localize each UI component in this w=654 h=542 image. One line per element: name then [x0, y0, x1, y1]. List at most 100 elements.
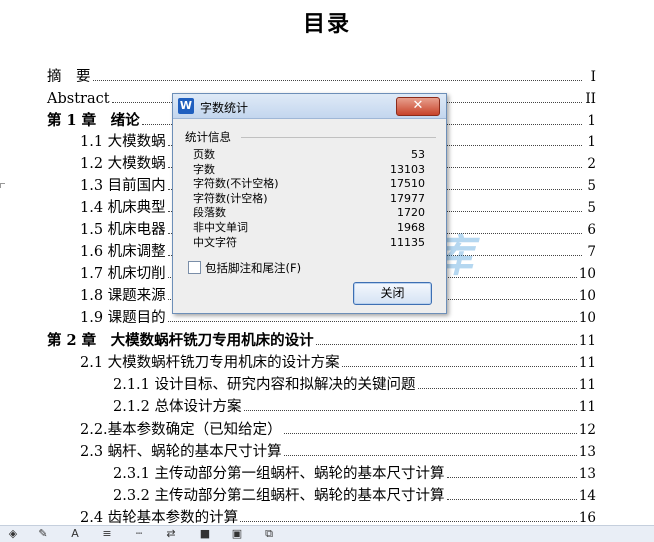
include-footnotes-label[interactable]: 包括脚注和尾注(F)	[205, 260, 301, 276]
toc-page-number: 11	[578, 377, 596, 393]
toc-entry-text: 2.1.1 设计目标、研究内容和拟解决的关键问题	[113, 377, 416, 393]
toc-entry-text: 1.5 机床电器	[80, 222, 166, 238]
stat-label: 字符数(不计空格)	[193, 177, 279, 191]
toc-entry-text: 1.1 大模数蜗	[80, 134, 166, 150]
drawing-toolbar: ◈ ✎ A ≡ ┄ ⇄ ■ ▣ ⧉	[0, 525, 654, 542]
stat-row: 页数 53	[193, 147, 425, 162]
toc-leader-dots	[283, 433, 577, 434]
include-footnotes-checkbox[interactable]	[188, 261, 201, 274]
word-count-dialog: W 字数统计 ✕ 统计信息 页数 53 字数 13103 字符数(不计空格) 17510 字…	[172, 93, 447, 314]
toc-entry-text: 摘 要	[47, 69, 91, 85]
stat-row: 段落数 1720	[193, 205, 425, 220]
line-style-icon[interactable]: ≡	[98, 527, 116, 541]
toc-page-number: 1	[587, 134, 596, 150]
toc-entry[interactable]: 2.1.1 设计目标、研究内容和拟解决的关键问题 11	[113, 374, 596, 396]
shadow-icon[interactable]: ■	[196, 527, 214, 541]
stat-value: 53	[411, 148, 425, 161]
stat-row: 字符数(计空格) 17977	[193, 191, 425, 206]
toc-leader-dots	[315, 344, 577, 345]
toc-page-number: 12	[578, 422, 596, 438]
toc-entry-text: 2.1 大模数蜗杆铣刀专用机床的设计方案	[80, 355, 340, 371]
stat-label: 页数	[193, 148, 215, 161]
stat-row: 中文字符 11135	[193, 235, 425, 250]
stat-value: 13103	[390, 162, 425, 176]
toc-leader-dots	[446, 499, 577, 500]
toc-entry-text: 2.3.1 主传动部分第一组蜗杆、蜗轮的基本尺寸计算	[113, 466, 445, 482]
pen-icon[interactable]: ✎	[34, 527, 52, 541]
dialog-titlebar[interactable]: W 字数统计 ✕	[173, 94, 446, 119]
group-divider	[241, 137, 436, 138]
stat-value: 17977	[390, 191, 425, 205]
stat-value: 1720	[397, 206, 425, 220]
toc-entry-text: 2.2.基本参数确定（已知给定）	[80, 422, 282, 438]
toc-page-number: 10	[578, 288, 596, 304]
toc-page-number: 5	[587, 200, 596, 216]
dash-style-icon[interactable]: ┄	[130, 527, 148, 541]
toc-page-number: 11	[578, 399, 596, 415]
toc-entry-text: 1.6 机床调整	[80, 244, 166, 260]
toc-entry-text: 1.4 机床典型	[80, 200, 166, 216]
stat-label: 非中文单词	[193, 221, 248, 234]
toc-entry-text: 第 2 章 大模数蜗杆铣刀专用机床的设计	[47, 332, 314, 349]
toc-entry-text: 1.7 机床切削	[80, 266, 166, 282]
toc-leader-dots	[446, 477, 577, 478]
stat-value: 1968	[397, 221, 425, 234]
stat-value: 17510	[390, 177, 425, 191]
toc-page-number: 7	[587, 244, 596, 260]
toc-entry[interactable]: 2.1 大模数蜗杆铣刀专用机床的设计方案 11	[80, 352, 596, 374]
toc-entry[interactable]: 2.2.基本参数确定（已知给定） 12	[80, 419, 596, 441]
toc-entry-text: 1.8 课题来源	[80, 288, 166, 304]
toc-page-number: 2	[587, 156, 596, 172]
toc-entry[interactable]: 2.4 齿轮基本参数的计算 16	[80, 507, 596, 525]
toc-entry[interactable]: 第 2 章 大模数蜗杆铣刀专用机床的设计 11	[47, 330, 596, 352]
stat-row: 字符数(不计空格) 17510	[193, 176, 425, 191]
stat-label: 中文字符	[193, 235, 237, 249]
toc-entry[interactable]: 摘 要I	[47, 66, 596, 88]
toc-leader-dots	[167, 321, 577, 322]
stat-value: 11135	[390, 235, 425, 249]
toc-entry[interactable]: 2.1.2 总体设计方案 11	[113, 396, 596, 418]
toc-entry[interactable]: 2.3 蜗杆、蜗轮的基本尺寸计算 13	[80, 441, 596, 463]
stats-group-label: 统计信息	[185, 130, 231, 144]
paint-bucket-icon[interactable]: ◈	[4, 527, 22, 541]
toc-page-number: 10	[578, 266, 596, 282]
toc-page-number: 10	[578, 310, 596, 326]
toc-page-number: 11	[578, 333, 596, 349]
toc-leader-dots	[243, 410, 577, 411]
toc-leader-dots	[240, 521, 577, 522]
toc-entry-text: 2.1.2 总体设计方案	[113, 399, 242, 415]
toc-entry-text: 1.9 课题目的	[80, 310, 166, 326]
stat-label: 段落数	[193, 206, 226, 220]
stat-label: 字符数(计空格)	[193, 191, 268, 205]
arrow-style-icon[interactable]: ⇄	[162, 527, 180, 541]
toc-entry-text: 1.3 目前国内	[80, 178, 166, 194]
margin-marker	[0, 183, 5, 188]
dialog-title: 字数统计	[200, 101, 249, 115]
wps-app-icon: W	[178, 98, 194, 114]
font-color-icon[interactable]: A	[66, 527, 84, 541]
clip-icon[interactable]: ⧉	[260, 527, 278, 541]
toc-page-number: II	[585, 91, 596, 107]
stat-row: 字数 13103	[193, 162, 425, 177]
toc-entry-text: 2.3 蜗杆、蜗轮的基本尺寸计算	[80, 444, 282, 460]
toc-entry[interactable]: 2.3.1 主传动部分第一组蜗杆、蜗轮的基本尺寸计算 13	[113, 463, 596, 485]
toc-page-number: 6	[587, 222, 596, 238]
toc-leader-dots	[417, 388, 577, 389]
toc-page-number: 13	[578, 444, 596, 460]
toc-page-number: 14	[578, 488, 596, 504]
toc-page-number: I	[590, 69, 596, 85]
toc-page-number: 13	[578, 466, 596, 482]
toc-entry-text: 1.2 大模数蜗	[80, 156, 166, 172]
stat-row: 非中文单词 1968	[193, 220, 425, 235]
close-button[interactable]: ✕	[396, 97, 440, 116]
close-dialog-button[interactable]: 关闭	[353, 282, 432, 305]
toc-leader-dots	[92, 80, 582, 81]
toc-leader-dots	[341, 366, 577, 367]
toc-entry-text: 2.4 齿轮基本参数的计算	[80, 510, 239, 525]
toc-entry[interactable]: 2.3.2 主传动部分第二组蜗杆、蜗轮的基本尺寸计算 14	[113, 485, 596, 507]
3d-icon[interactable]: ▣	[228, 527, 246, 541]
toc-page-number: 16	[578, 510, 596, 525]
toc-page-number: 1	[587, 113, 596, 129]
toc-leader-dots	[283, 455, 577, 456]
toc-entry-text: 第 1 章 绪论	[47, 112, 140, 129]
